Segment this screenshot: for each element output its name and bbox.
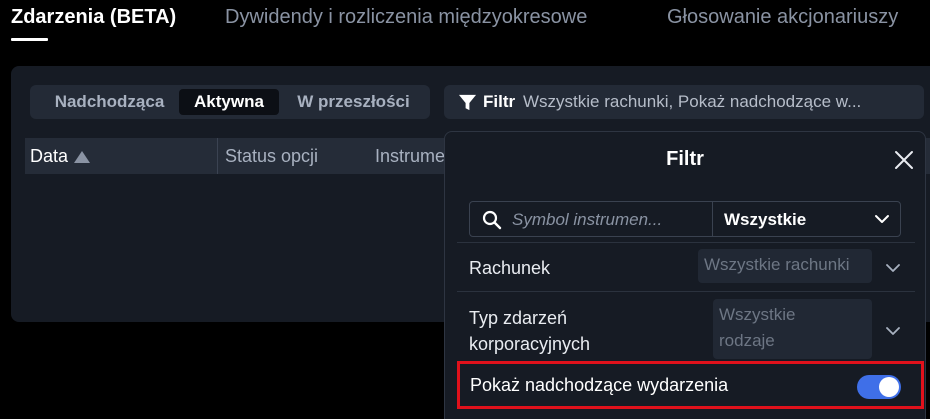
- segment-upcoming[interactable]: Nadchodząca: [38, 89, 181, 115]
- tab-dividends[interactable]: Dywidendy i rozliczenia międzyokresowe: [225, 6, 587, 29]
- chevron-down-icon[interactable]: [874, 212, 890, 226]
- instrument-type-select[interactable]: Wszystkie: [724, 210, 806, 230]
- column-header-option-status[interactable]: Status opcji: [225, 138, 318, 174]
- divider: [457, 291, 915, 292]
- account-select-value: Wszystkie rachunki: [704, 255, 850, 274]
- event-type-label-line2: korporacyjnych: [469, 334, 591, 354]
- filter-bar-label: Filtr: [483, 92, 516, 111]
- time-segment-control: Nadchodząca Aktywna W przeszłości: [30, 85, 430, 119]
- account-label: Rachunek: [469, 258, 551, 278]
- event-type-label: Typ zdarzeń korporacyjnych: [469, 305, 590, 357]
- event-type-select[interactable]: Wszystkie rodzaje: [713, 299, 872, 359]
- tab-events[interactable]: Zdarzenia (BETA): [11, 6, 176, 29]
- filter-popover-title: Filtr: [666, 148, 704, 170]
- event-type-label-line1: Typ zdarzeń: [469, 308, 568, 328]
- column-header-instrument[interactable]: Instrume: [375, 138, 445, 174]
- event-type-value-line1: Wszystkie: [719, 305, 796, 324]
- filter-bar[interactable]: Filtr Wszystkie rachunki, Pokaż nadchodz…: [444, 85, 924, 119]
- divider: [457, 242, 915, 243]
- chevron-down-icon[interactable]: [885, 262, 901, 274]
- chevron-down-icon[interactable]: [885, 325, 901, 337]
- search-divider: [712, 202, 713, 236]
- instrument-search-input[interactable]: [512, 208, 708, 232]
- column-header-date-label: Data: [30, 146, 69, 166]
- toggle-knob: [879, 377, 899, 397]
- tab-shareholder-voting[interactable]: Głosowanie akcjonariuszy: [667, 6, 898, 29]
- show-upcoming-toggle[interactable]: [857, 375, 901, 399]
- show-upcoming-row: Pokaż nadchodzące wydarzenia: [457, 361, 924, 409]
- segment-past[interactable]: W przeszłości: [285, 89, 422, 115]
- search-icon: [482, 210, 502, 230]
- funnel-icon: [458, 94, 477, 111]
- account-select[interactable]: Wszystkie rachunki: [698, 249, 872, 283]
- column-header-date[interactable]: Data: [25, 138, 218, 174]
- show-upcoming-label: Pokaż nadchodzące wydarzenia: [470, 375, 729, 395]
- segment-active[interactable]: Aktywna: [179, 89, 279, 115]
- event-type-value-line2: rodzaje: [719, 331, 775, 350]
- active-tab-underline: [11, 38, 48, 41]
- instrument-search-row: Wszystkie: [469, 201, 901, 237]
- close-icon[interactable]: [893, 149, 915, 171]
- sort-ascending-icon: [74, 151, 91, 163]
- filter-bar-summary: Wszystkie rachunki, Pokaż nadchodzące w.…: [523, 92, 862, 111]
- top-tab-bar: Zdarzenia (BETA) Dywidendy i rozliczenia…: [0, 0, 930, 44]
